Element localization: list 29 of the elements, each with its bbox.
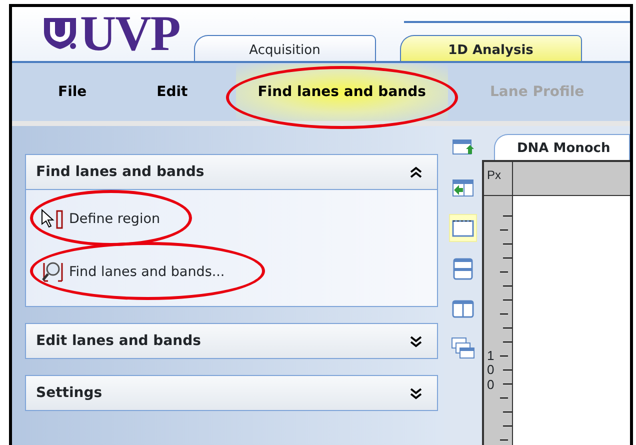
cascade-windows-icon xyxy=(451,336,475,360)
expand-icon[interactable] xyxy=(409,386,423,400)
window-left-icon xyxy=(451,176,475,200)
action-label: Define region xyxy=(69,210,160,229)
menu-item[interactable]: File xyxy=(36,64,109,120)
section-title: Find lanes and bands xyxy=(36,162,204,182)
section-title: Settings xyxy=(36,384,102,402)
section-header[interactable]: Edit lanes and bands xyxy=(25,323,438,359)
section-header[interactable]: Settings xyxy=(25,375,438,411)
logo-text: UVP xyxy=(80,11,180,55)
panel-action[interactable]: Define region xyxy=(40,208,160,230)
expand-icon[interactable] xyxy=(409,334,423,348)
cursor-bracket-icon xyxy=(40,208,66,230)
menu-item[interactable]: Find lanes and bands xyxy=(236,64,448,120)
ruler-label: 100 xyxy=(487,349,496,394)
toolbar-button[interactable] xyxy=(449,214,477,242)
collapse-icon[interactable] xyxy=(409,165,423,179)
action-label: Find lanes and bands... xyxy=(69,262,225,282)
menu-item[interactable]: Edit xyxy=(134,64,210,120)
document-tab[interactable]: DNA Monoch xyxy=(494,134,630,160)
section-header[interactable]: Find lanes and bands xyxy=(25,154,438,190)
magnifier-icon xyxy=(40,260,66,284)
tab[interactable]: Acquisition xyxy=(194,35,376,61)
shield-logo-icon xyxy=(42,16,78,50)
panel-action[interactable]: Find lanes and bands... xyxy=(40,260,225,284)
unit-label: Px xyxy=(484,162,513,196)
section-title: Edit lanes and bands xyxy=(36,332,201,350)
tab[interactable]: 1D Analysis xyxy=(400,35,582,61)
split-rows-icon xyxy=(451,256,475,280)
